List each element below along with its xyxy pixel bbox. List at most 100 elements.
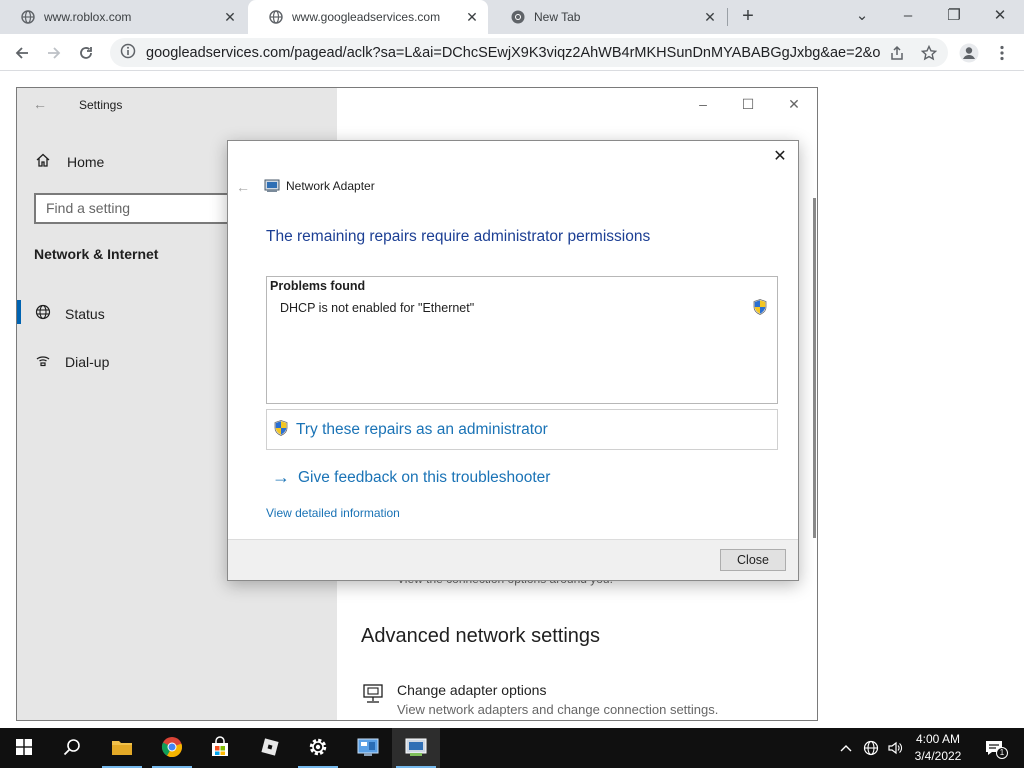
problems-header: Problems found bbox=[270, 279, 366, 293]
taskbar: 4:00 AM 3/4/2022 1 bbox=[0, 728, 1024, 768]
globe-icon bbox=[268, 9, 284, 25]
network-adapter-icon bbox=[361, 682, 385, 717]
advanced-heading: Advanced network settings bbox=[361, 625, 601, 647]
new-tab-button[interactable]: + bbox=[737, 5, 759, 27]
problem-item: DHCP is not enabled for "Ethernet" bbox=[280, 301, 475, 315]
uac-shield-icon bbox=[753, 299, 767, 318]
url-text: googleadservices.com/pagead/aclk?sa=L&ai… bbox=[146, 44, 881, 61]
tab-search-chevron-icon[interactable]: ⌄ bbox=[852, 6, 872, 26]
dialog-app-title: Network Adapter bbox=[264, 179, 375, 193]
gear-icon bbox=[307, 736, 329, 761]
close-window-icon[interactable]: ✕ bbox=[990, 6, 1010, 26]
arrow-right-icon: → bbox=[272, 467, 290, 487]
sidebar-item-label: Status bbox=[65, 305, 105, 322]
system-clock[interactable]: 4:00 AM 3/4/2022 bbox=[906, 731, 970, 765]
share-icon[interactable] bbox=[888, 44, 906, 62]
maximize-icon[interactable]: ☐ bbox=[740, 96, 756, 112]
adapter-options-title: Change adapter options bbox=[397, 682, 547, 698]
section-title: Network & Internet bbox=[34, 246, 159, 262]
reload-icon[interactable] bbox=[74, 41, 98, 65]
sidebar-item-home[interactable]: Home bbox=[35, 152, 104, 171]
volume-speaker-icon[interactable] bbox=[884, 728, 906, 768]
settings-window-title: Settings bbox=[79, 98, 123, 112]
notification-count-badge: 1 bbox=[996, 747, 1008, 759]
tab-title: New Tab bbox=[534, 10, 581, 24]
chrome-icon bbox=[161, 736, 183, 761]
folder-icon bbox=[111, 738, 133, 759]
chrome-icon bbox=[510, 9, 526, 25]
network-adapter-icon bbox=[264, 179, 280, 193]
back-arrow-icon[interactable]: ← bbox=[236, 179, 250, 195]
close-tab-icon[interactable]: ✕ bbox=[702, 9, 718, 25]
search-button[interactable] bbox=[48, 728, 96, 768]
network-adapter-icon bbox=[405, 737, 427, 760]
clock-date: 3/4/2022 bbox=[914, 749, 962, 763]
problems-found-box: Problems found DHCP is not enabled for "… bbox=[266, 276, 778, 404]
store-bag-icon bbox=[209, 735, 231, 761]
minimize-icon[interactable]: – bbox=[898, 6, 918, 26]
control-panel-icon bbox=[357, 737, 379, 760]
dialup-icon bbox=[35, 352, 53, 371]
feedback-label: Give feedback on this troubleshooter bbox=[298, 468, 551, 486]
profile-avatar-icon[interactable] bbox=[957, 41, 981, 65]
clock-time: 4:00 AM bbox=[915, 732, 961, 746]
globe-icon bbox=[35, 304, 53, 323]
taskbar-chrome[interactable] bbox=[148, 728, 196, 768]
back-arrow-icon[interactable]: ← bbox=[33, 96, 47, 112]
close-button[interactable]: Close bbox=[720, 549, 786, 571]
app-title-text: Network Adapter bbox=[286, 179, 375, 193]
browser-tab-strip: www.roblox.com ✕ www.googleadservices.co… bbox=[0, 0, 1024, 34]
info-icon[interactable] bbox=[120, 43, 136, 62]
change-adapter-options-link[interactable]: Change adapter options View network adap… bbox=[361, 682, 718, 717]
network-globe-icon[interactable] bbox=[860, 728, 882, 768]
adapter-options-desc: View network adapters and change connect… bbox=[397, 702, 719, 717]
troubleshooter-dialog: ✕ ← Network Adapter The remaining repair… bbox=[227, 140, 799, 581]
tab-separator bbox=[727, 8, 728, 26]
scrollbar[interactable] bbox=[813, 198, 816, 538]
tab-roblox[interactable]: www.roblox.com ✕ bbox=[0, 0, 246, 34]
home-icon bbox=[35, 152, 53, 171]
bookmark-star-icon[interactable] bbox=[920, 44, 938, 62]
close-tab-icon[interactable]: ✕ bbox=[222, 9, 238, 25]
tab-googleadservices[interactable]: www.googleadservices.com ✕ bbox=[248, 0, 488, 34]
action-center-button[interactable]: 1 bbox=[980, 728, 1008, 768]
taskbar-store[interactable] bbox=[196, 728, 244, 768]
back-arrow-icon[interactable] bbox=[10, 41, 34, 65]
try-repairs-as-admin-button[interactable]: Try these repairs as an administrator bbox=[266, 409, 778, 450]
windows-logo-icon bbox=[16, 738, 32, 758]
taskbar-settings[interactable] bbox=[294, 728, 342, 768]
kebab-menu-icon[interactable] bbox=[990, 41, 1014, 65]
restore-icon[interactable]: ❐ bbox=[944, 6, 964, 26]
browser-toolbar: googleadservices.com/pagead/aclk?sa=L&ai… bbox=[0, 34, 1024, 71]
address-bar[interactable]: googleadservices.com/pagead/aclk?sa=L&ai… bbox=[110, 38, 948, 67]
sidebar-item-status[interactable]: Status bbox=[35, 304, 105, 323]
sidebar-item-label: Dial-up bbox=[65, 353, 110, 370]
repair-label: Try these repairs as an administrator bbox=[296, 420, 548, 438]
roblox-icon bbox=[259, 736, 281, 761]
show-hidden-icons-chevron-icon[interactable] bbox=[836, 728, 856, 768]
start-button[interactable] bbox=[0, 728, 48, 768]
search-icon bbox=[63, 738, 81, 759]
give-feedback-link[interactable]: → Give feedback on this troubleshooter bbox=[272, 467, 550, 488]
dialog-heading: The remaining repairs require administra… bbox=[266, 228, 651, 245]
uac-shield-icon bbox=[274, 420, 288, 439]
taskbar-roblox[interactable] bbox=[246, 728, 294, 768]
sidebar-item-label: Home bbox=[67, 153, 105, 170]
selected-indicator bbox=[17, 300, 21, 324]
taskbar-control-panel[interactable] bbox=[344, 728, 392, 768]
taskbar-file-explorer[interactable] bbox=[98, 728, 146, 768]
sidebar-item-dial-up[interactable]: Dial-up bbox=[35, 352, 109, 371]
close-window-icon[interactable]: ✕ bbox=[786, 96, 802, 112]
tab-new-tab[interactable]: New Tab ✕ bbox=[490, 0, 726, 34]
close-tab-icon[interactable]: ✕ bbox=[464, 9, 480, 25]
tab-title: www.googleadservices.com bbox=[292, 10, 441, 24]
close-dialog-icon[interactable]: ✕ bbox=[770, 147, 790, 167]
view-detailed-info-link[interactable]: View detailed information bbox=[266, 506, 400, 520]
notification-icon: 1 bbox=[985, 740, 1008, 759]
taskbar-network-adapter[interactable] bbox=[392, 728, 440, 768]
forward-arrow-icon[interactable] bbox=[42, 41, 66, 65]
minimize-icon[interactable]: – bbox=[695, 96, 711, 112]
dialog-footer: Close bbox=[228, 539, 798, 580]
globe-icon bbox=[20, 9, 36, 25]
tab-title: www.roblox.com bbox=[44, 10, 132, 24]
